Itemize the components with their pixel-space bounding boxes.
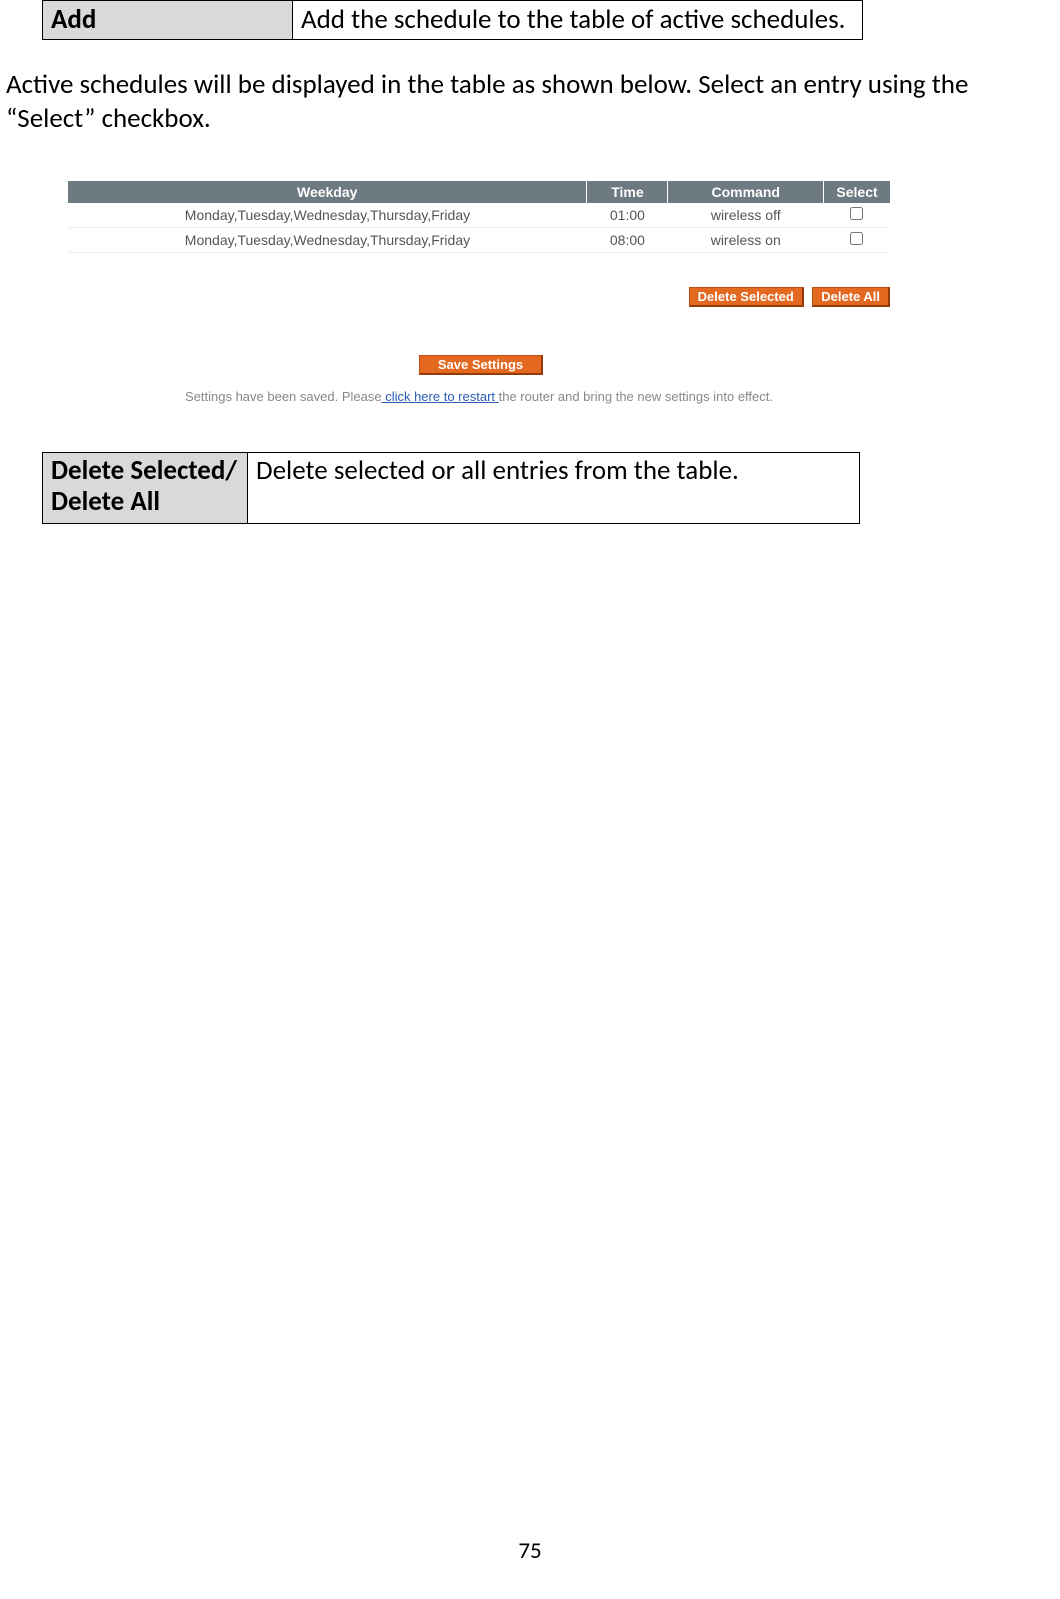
table-row: Monday,Tuesday,Wednesday,Thursday,Friday…: [68, 203, 890, 228]
desc-add: Add the schedule to the table of active …: [293, 1, 863, 40]
restart-message: Settings have been saved. Please click h…: [68, 389, 890, 404]
schedule-table: Weekday Time Command Select Monday,Tuesd…: [68, 181, 890, 253]
desc-delete: Delete selected or all entries from the …: [248, 453, 860, 524]
restart-post: the router and bring the new settings in…: [499, 389, 773, 404]
save-row: Save Settings: [68, 355, 890, 375]
cell-command: wireless on: [668, 228, 824, 253]
restart-link[interactable]: click here to restart: [382, 389, 499, 404]
col-time: Time: [587, 181, 668, 203]
select-checkbox[interactable]: [850, 232, 863, 245]
cell-select: [824, 203, 890, 228]
page-number: 75: [0, 1537, 1060, 1565]
col-select: Select: [824, 181, 890, 203]
table-row: Delete Selected/ Delete All Delete selec…: [43, 453, 860, 524]
col-command: Command: [668, 181, 824, 203]
delete-all-button[interactable]: Delete All: [812, 287, 890, 307]
save-settings-button[interactable]: Save Settings: [419, 355, 543, 375]
select-checkbox[interactable]: [850, 207, 863, 220]
definition-table-add: Add Add the schedule to the table of act…: [42, 0, 863, 40]
table-row: Add Add the schedule to the table of act…: [43, 1, 863, 40]
col-weekday: Weekday: [68, 181, 587, 203]
cell-time: 01:00: [587, 203, 668, 228]
restart-pre: Settings have been saved. Please: [185, 389, 382, 404]
delete-selected-button[interactable]: Delete Selected: [689, 287, 804, 307]
schedule-ui-screenshot: Weekday Time Command Select Monday,Tuesd…: [68, 181, 890, 404]
table-row: Monday,Tuesday,Wednesday,Thursday,Friday…: [68, 228, 890, 253]
term-add: Add: [43, 1, 293, 40]
delete-buttons-row: Delete Selected Delete All: [68, 287, 890, 307]
cell-time: 08:00: [587, 228, 668, 253]
cell-weekday: Monday,Tuesday,Wednesday,Thursday,Friday: [68, 228, 587, 253]
body-paragraph: Active schedules will be displayed in th…: [6, 68, 1054, 136]
cell-weekday: Monday,Tuesday,Wednesday,Thursday,Friday: [68, 203, 587, 228]
definition-table-delete: Delete Selected/ Delete All Delete selec…: [42, 452, 860, 524]
cell-select: [824, 228, 890, 253]
cell-command: wireless off: [668, 203, 824, 228]
term-delete: Delete Selected/ Delete All: [43, 453, 248, 524]
